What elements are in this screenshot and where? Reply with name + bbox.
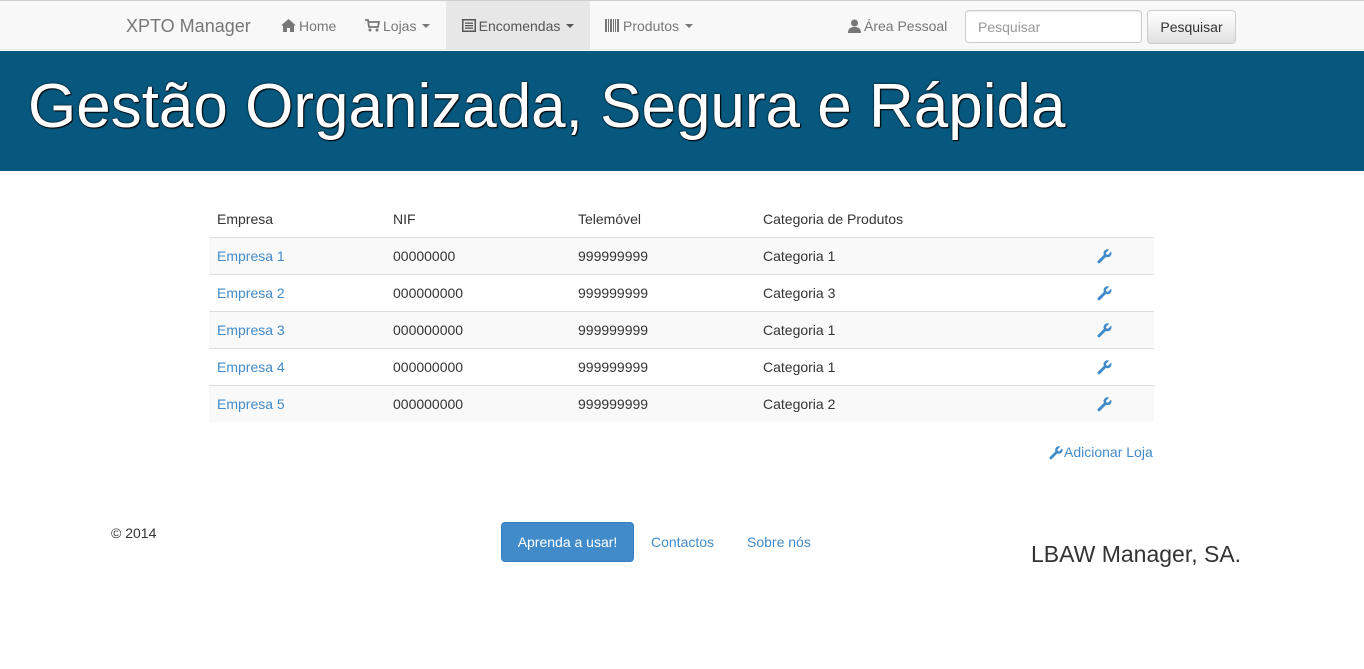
table-row: Empresa 3 000000000 999999999 Categoria … [209, 311, 1154, 349]
phone-cell: 999999999 [570, 237, 755, 275]
wrench-icon[interactable] [1097, 248, 1113, 264]
nav-produtos-dropdown[interactable]: Produtos [595, 1, 703, 50]
company-name: LBAW Manager, SA. [1031, 541, 1242, 567]
company-link[interactable]: Empresa 4 [217, 359, 285, 375]
copyright: © 2014 [111, 525, 157, 541]
table-row: Empresa 5 000000000 999999999 Categoria … [209, 385, 1154, 422]
company-link[interactable]: Empresa 1 [217, 248, 285, 264]
nif-cell: 000000000 [385, 348, 570, 386]
shopping-cart-icon [365, 19, 380, 32]
nav-encomendas-dropdown[interactable]: Encomendas [446, 1, 590, 50]
wrench-icon[interactable] [1097, 396, 1113, 412]
category-cell: Categoria 1 [755, 237, 1089, 275]
company-link[interactable]: Empresa 2 [217, 285, 285, 301]
about-link[interactable]: Sobre nós [747, 534, 811, 550]
stores-table: Empresa NIF Telemóvel Categoria de Produ… [209, 200, 1154, 422]
hero-title: Gestão Organizada, Segura e Rápida [28, 72, 1066, 141]
caret-down-icon [685, 23, 694, 28]
category-cell: Categoria 1 [755, 348, 1089, 386]
company-link[interactable]: Empresa 5 [217, 396, 285, 412]
column-header-actions [1089, 200, 1154, 238]
contacts-link[interactable]: Contactos [651, 534, 714, 550]
wrench-icon[interactable] [1097, 322, 1113, 338]
nav-produtos-label: Produtos [623, 17, 680, 34]
add-store-link[interactable]: Adicionar Loja [1049, 444, 1153, 460]
phone-cell: 999999999 [570, 274, 755, 312]
nif-cell: 00000000 [385, 237, 570, 275]
category-cell: Categoria 2 [755, 385, 1089, 422]
nav-personal-area[interactable]: Área Pessoal [848, 1, 947, 50]
column-header-telemovel: Telemóvel [570, 200, 755, 238]
table-header-row: Empresa NIF Telemóvel Categoria de Produ… [209, 200, 1154, 238]
column-header-categoria: Categoria de Produtos [755, 200, 1089, 238]
navbar-brand[interactable]: XPTO Manager [126, 16, 251, 37]
wrench-icon [1049, 444, 1064, 459]
nif-cell: 000000000 [385, 385, 570, 422]
personal-area-label: Área Pessoal [864, 17, 948, 34]
list-alt-icon [461, 19, 476, 32]
search-input[interactable] [965, 10, 1142, 43]
search-button[interactable]: Pesquisar [1147, 10, 1236, 44]
add-store-label: Adicionar Loja [1064, 444, 1153, 460]
caret-down-icon [566, 23, 575, 28]
category-cell: Categoria 1 [755, 311, 1089, 349]
hero-banner: Gestão Organizada, Segura e Rápida [0, 51, 1364, 171]
category-cell: Categoria 3 [755, 274, 1089, 312]
phone-cell: 999999999 [570, 385, 755, 422]
caret-down-icon [422, 23, 431, 28]
user-icon [848, 19, 861, 33]
top-navbar: XPTO Manager Home Lojas Encomendas Produ… [0, 0, 1364, 50]
nav-lojas-label: Lojas [383, 17, 417, 34]
table-row: Empresa 1 00000000 999999999 Categoria 1 [209, 237, 1154, 275]
nif-cell: 000000000 [385, 274, 570, 312]
nav-encomendas-label: Encomendas [478, 17, 561, 34]
table-row: Empresa 2 000000000 999999999 Categoria … [209, 274, 1154, 312]
home-icon [281, 19, 296, 32]
company-link[interactable]: Empresa 3 [217, 322, 285, 338]
column-header-empresa: Empresa [209, 200, 385, 238]
nif-cell: 000000000 [385, 311, 570, 349]
phone-cell: 999999999 [570, 348, 755, 386]
nav-lojas-dropdown[interactable]: Lojas [355, 1, 440, 50]
phone-cell: 999999999 [570, 311, 755, 349]
table-row: Empresa 4 000000000 999999999 Categoria … [209, 348, 1154, 386]
learn-to-use-button[interactable]: Aprenda a usar! [501, 522, 634, 562]
nav-home-label: Home [299, 17, 337, 34]
column-header-nif: NIF [385, 200, 570, 238]
wrench-icon[interactable] [1097, 359, 1113, 375]
wrench-icon[interactable] [1097, 285, 1113, 301]
barcode-icon [605, 19, 619, 32]
nav-home[interactable]: Home [271, 1, 346, 50]
